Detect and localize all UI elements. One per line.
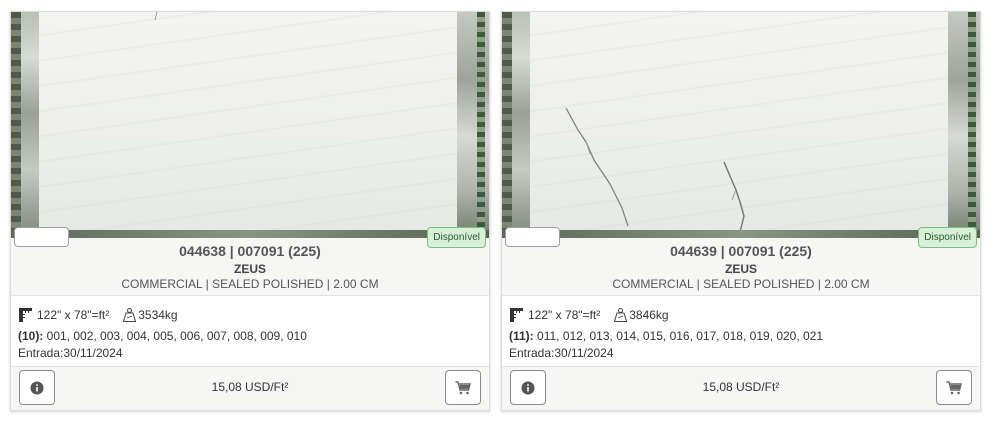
slab-info: 122" x 78"=ft² 3846kg (11): 011, 012, 01… bbox=[502, 295, 980, 367]
add-to-cart-button[interactable] bbox=[445, 370, 481, 405]
dimensions-row: 122" x 78"=ft² 3534kg bbox=[19, 308, 178, 322]
warehouse-background bbox=[502, 12, 532, 238]
slab-photo[interactable] bbox=[502, 12, 980, 238]
add-to-cart-button[interactable] bbox=[936, 370, 972, 405]
weight-text: 3846kg bbox=[629, 308, 669, 322]
slab-photo[interactable] bbox=[11, 12, 489, 238]
card-footer: 15,08 USD/Ft² bbox=[502, 365, 980, 410]
cart-icon bbox=[946, 380, 962, 394]
marble-vein bbox=[565, 107, 745, 233]
slab-card[interactable]: Disponível 044638 | 007091 (225) ZEUS CO… bbox=[10, 11, 490, 411]
pieces-row: (11): 011, 012, 013, 014, 015, 016, 017,… bbox=[509, 329, 823, 343]
slab-info: 122" x 78"=ft² 3534kg (10): 001, 002, 00… bbox=[11, 295, 489, 367]
ruler-icon bbox=[510, 308, 523, 322]
price-text: 15,08 USD/Ft² bbox=[211, 380, 289, 394]
marble-vein bbox=[154, 12, 158, 21]
slab-card[interactable]: Disponível 044639 | 007091 (225) ZEUS CO… bbox=[501, 11, 981, 411]
marble-slab bbox=[530, 12, 948, 238]
cart-icon bbox=[455, 380, 471, 394]
finish-description: COMMERCIAL | SEALED POLISHED | 2.00 CM bbox=[612, 277, 870, 291]
entry-date: Entrada:30/11/2024 bbox=[18, 346, 123, 360]
slab-title: 044639 | 007091 (225) bbox=[670, 243, 812, 259]
weight-text: 3534kg bbox=[138, 308, 178, 322]
pieces-count: (10): bbox=[18, 329, 44, 343]
ruler-icon bbox=[19, 308, 32, 322]
material-name: ZEUS bbox=[233, 262, 266, 276]
dimensions-row: 122" x 78"=ft² 3846kg bbox=[510, 308, 669, 322]
weight-group: 3534kg bbox=[123, 308, 178, 322]
material-name: ZEUS bbox=[724, 262, 757, 276]
warehouse-background bbox=[455, 12, 489, 238]
slab-stand bbox=[502, 230, 980, 238]
price-text: 15,08 USD/Ft² bbox=[702, 380, 780, 394]
pieces-list: 001, 002, 003, 004, 005, 006, 007, 008, … bbox=[43, 329, 307, 343]
slab-title: 044638 | 007091 (225) bbox=[179, 243, 321, 259]
dimensions-text: 122" x 78"=ft² bbox=[37, 308, 110, 322]
pieces-row: (10): 001, 002, 003, 004, 005, 006, 007,… bbox=[18, 329, 307, 343]
warehouse-background bbox=[946, 12, 980, 238]
marble-slab bbox=[39, 12, 457, 238]
weight-scale-icon bbox=[614, 308, 628, 322]
dimensions-text: 122" x 78"=ft² bbox=[528, 308, 601, 322]
weight-scale-icon bbox=[123, 308, 137, 322]
slab-stand bbox=[11, 230, 489, 238]
warehouse-background bbox=[11, 12, 41, 238]
weight-group: 3846kg bbox=[614, 308, 669, 322]
entry-date: Entrada:30/11/2024 bbox=[509, 346, 614, 360]
card-footer: 15,08 USD/Ft² bbox=[11, 365, 489, 410]
pieces-count: (11): bbox=[509, 329, 534, 343]
pieces-list: 011, 012, 013, 014, 015, 016, 017, 018, … bbox=[533, 329, 824, 343]
finish-description: COMMERCIAL | SEALED POLISHED | 2.00 CM bbox=[121, 277, 379, 291]
